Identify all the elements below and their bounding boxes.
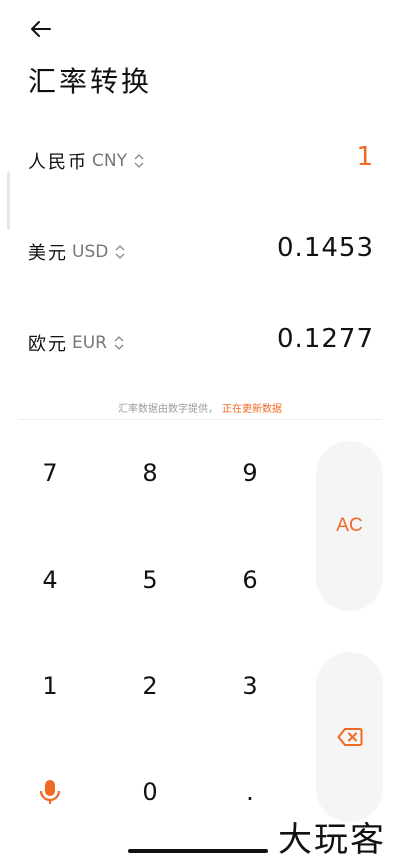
backspace-button[interactable]: [316, 652, 383, 822]
key-6[interactable]: 6: [210, 550, 290, 610]
watermark-logo: 大玩客: [278, 820, 386, 860]
ac-label: AC: [336, 515, 363, 536]
currency-row-eur[interactable]: 欧元 EUR 0.1277: [0, 316, 400, 366]
currency-value-eur[interactable]: 0.1277: [277, 324, 374, 354]
currency-name: 美元: [28, 243, 68, 264]
key-5[interactable]: 5: [110, 550, 190, 610]
sort-updown-icon: [133, 153, 145, 169]
keypad-divider: [18, 419, 382, 420]
currency-code: EUR: [72, 333, 107, 353]
page-title: 汇率转换: [28, 65, 153, 98]
rate-source-text: 汇率数据由数字提供，: [118, 404, 218, 415]
currency-row-usd[interactable]: 美元 USD 0.1453: [0, 225, 400, 275]
rate-source-note: 汇率数据由数字提供， 正在更新数据: [0, 400, 400, 415]
currency-code: CNY: [92, 151, 127, 171]
currency-selector-cny[interactable]: 人民币 CNY: [28, 148, 145, 174]
currency-code: USD: [72, 242, 109, 262]
currency-selector-eur[interactable]: 欧元 EUR: [28, 330, 125, 356]
back-arrow-icon: [31, 21, 51, 37]
currency-value-usd[interactable]: 0.1453: [277, 233, 374, 263]
updating-link[interactable]: 正在更新数据: [222, 404, 282, 415]
key-4[interactable]: 4: [10, 550, 90, 610]
home-indicator[interactable]: [128, 849, 268, 853]
currency-name: 欧元: [28, 334, 68, 355]
key-8[interactable]: 8: [110, 443, 190, 503]
currency-selector-usd[interactable]: 美元 USD: [28, 239, 126, 265]
voice-input-button[interactable]: [10, 762, 90, 822]
key-1[interactable]: 1: [10, 656, 90, 716]
key-2[interactable]: 2: [110, 656, 190, 716]
back-button[interactable]: [26, 14, 56, 44]
currency-value-cny[interactable]: 1: [356, 142, 374, 172]
key-7[interactable]: 7: [10, 443, 90, 503]
sort-updown-icon: [114, 244, 126, 260]
backspace-icon: [337, 728, 362, 746]
currency-name: 人民币: [28, 152, 88, 173]
ac-button[interactable]: AC: [316, 441, 383, 611]
key-3[interactable]: 3: [210, 656, 290, 716]
sort-updown-icon: [113, 335, 125, 351]
key-9[interactable]: 9: [210, 443, 290, 503]
currency-row-cny[interactable]: 人民币 CNY 1: [0, 134, 400, 184]
key-0[interactable]: 0: [110, 762, 190, 822]
microphone-icon: [39, 780, 61, 804]
